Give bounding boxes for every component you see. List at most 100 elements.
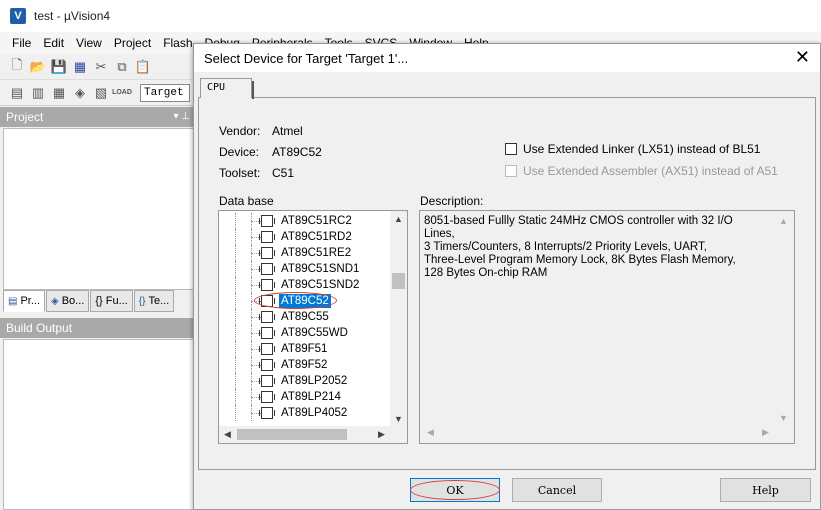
device-list-item[interactable]: AT89F52 bbox=[219, 357, 389, 373]
hscroll-thumb[interactable] bbox=[237, 429, 347, 440]
description-box[interactable]: 8051-based Fullly Static 24MHz CMOS cont… bbox=[419, 210, 795, 444]
device-name: AT89C52 bbox=[279, 294, 331, 308]
device-list-item[interactable]: AT89C51RE2 bbox=[219, 245, 389, 261]
panel-pin-icon[interactable]: ▾ ⊥ bbox=[173, 107, 190, 127]
device-name: AT89C51RC2 bbox=[281, 215, 352, 227]
extended-linker-label: Use Extended Linker (LX51) instead of BL… bbox=[523, 142, 761, 156]
device-name: AT89C51SND1 bbox=[281, 263, 360, 275]
build-output-header: Build Output bbox=[0, 318, 200, 338]
menu-file[interactable]: File bbox=[6, 36, 37, 50]
toolset-value: C51 bbox=[272, 166, 295, 180]
scroll-up-icon[interactable]: ▲ bbox=[390, 211, 407, 228]
device-list-items: AT89C51RC2 AT89C51RD2 AT89C51RE2 AT89C51SND… bbox=[219, 213, 389, 421]
chip-icon bbox=[259, 391, 275, 403]
device-name: AT89C51RD2 bbox=[281, 231, 352, 243]
device-database-list[interactable]: AT89C51RC2 AT89C51RD2 AT89C51RE2 AT89C51SND… bbox=[218, 210, 408, 444]
help-button[interactable]: Help bbox=[720, 478, 811, 502]
device-list-item[interactable]: AT89LP2052 bbox=[219, 373, 389, 389]
tab-templates[interactable]: {} Te... bbox=[133, 290, 175, 312]
device-name: AT89LP214 bbox=[281, 391, 341, 403]
tab-functions[interactable]: {} Fu... bbox=[90, 290, 133, 312]
build-toolbar: ▤ ▥ ▦ ◈ ▧ LOAD Target bbox=[0, 80, 200, 106]
device-list-item[interactable]: AT89C51SND2 bbox=[219, 277, 389, 293]
build-output-title: Build Output bbox=[6, 321, 73, 335]
save-icon[interactable]: 💾 bbox=[50, 58, 68, 76]
device-list-item[interactable]: AT89C51RD2 bbox=[219, 229, 389, 245]
save-all-icon[interactable]: ▦ bbox=[71, 58, 89, 76]
extended-linker-checkbox[interactable]: Use Extended Linker (LX51) instead of BL… bbox=[505, 142, 760, 156]
stop-build-icon[interactable]: ▧ bbox=[92, 84, 110, 102]
device-list-item[interactable]: AT89LP4052 bbox=[219, 405, 389, 421]
copy-icon[interactable]: ⧉ bbox=[113, 58, 131, 76]
close-icon[interactable]: ✕ bbox=[795, 48, 810, 66]
device-name: AT89F52 bbox=[281, 359, 328, 371]
build-output-pane[interactable] bbox=[3, 339, 200, 510]
project-icon: ▤ bbox=[8, 295, 18, 307]
chip-icon bbox=[259, 311, 275, 323]
ok-button[interactable]: OK bbox=[410, 478, 500, 502]
vscroll-thumb[interactable] bbox=[392, 273, 405, 289]
menu-view[interactable]: View bbox=[70, 36, 108, 50]
project-tree[interactable] bbox=[3, 128, 200, 290]
books-icon: ◈ bbox=[51, 295, 59, 307]
cut-icon[interactable]: ✂ bbox=[92, 58, 110, 76]
device-list-item[interactable]: AT89C55 bbox=[219, 309, 389, 325]
desc-scroll-down-icon[interactable]: ▼ bbox=[775, 410, 792, 427]
new-file-icon[interactable]: 🗋 bbox=[8, 57, 26, 76]
desc-scroll-left-icon[interactable]: ◀ bbox=[422, 424, 439, 441]
extended-linker-check[interactable] bbox=[505, 143, 517, 155]
device-list-item[interactable]: AT89C52 bbox=[219, 293, 389, 309]
tab-cpu[interactable]: CPU bbox=[200, 78, 254, 99]
device-name: AT89C55 bbox=[281, 311, 329, 323]
chip-icon bbox=[259, 343, 275, 355]
device-list-item[interactable]: AT89C51SND1 bbox=[219, 261, 389, 277]
chip-icon bbox=[259, 327, 275, 339]
menu-project[interactable]: Project bbox=[108, 36, 157, 50]
device-list-item[interactable]: AT89C55WD bbox=[219, 325, 389, 341]
device-list-item[interactable]: AT89LP214 bbox=[219, 389, 389, 405]
desc-scroll-right-icon[interactable]: ▶ bbox=[757, 424, 774, 441]
menu-edit[interactable]: Edit bbox=[37, 36, 70, 50]
device-list-item[interactable]: AT89F51 bbox=[219, 341, 389, 357]
tab-books[interactable]: ◈ Bo... bbox=[46, 290, 90, 312]
select-device-dialog: Select Device for Target 'Target 1'... ✕… bbox=[193, 43, 821, 510]
device-name: AT89LP2052 bbox=[281, 375, 348, 387]
target-select[interactable]: Target bbox=[140, 83, 190, 102]
build-icon[interactable]: ▥ bbox=[29, 84, 47, 102]
extended-assembler-checkbox: Use Extended Assembler (AX51) instead of… bbox=[505, 164, 778, 178]
chip-icon bbox=[259, 263, 275, 275]
open-folder-icon[interactable]: 📂 bbox=[29, 58, 47, 76]
description-hscrollbar[interactable]: ◀ ▶ bbox=[422, 424, 774, 441]
description-text: 8051-based Fullly Static 24MHz CMOS cont… bbox=[424, 215, 736, 279]
toolset-label: Toolset: bbox=[219, 166, 261, 180]
database-label: Data base bbox=[219, 194, 274, 208]
cancel-button[interactable]: Cancel bbox=[512, 478, 602, 502]
paste-icon[interactable]: 📋 bbox=[134, 58, 152, 76]
translate-icon[interactable]: ▤ bbox=[8, 84, 26, 102]
scroll-left-icon[interactable]: ◀ bbox=[219, 426, 236, 443]
desc-scroll-up-icon[interactable]: ▲ bbox=[775, 213, 792, 230]
tab-templates-label: Te... bbox=[148, 295, 170, 307]
device-list-hscrollbar[interactable]: ◀ ▶ bbox=[219, 426, 407, 443]
project-panel-title: Project bbox=[6, 110, 44, 124]
main-title-bar: V test - µVision4 bbox=[0, 0, 821, 32]
load-icon[interactable]: LOAD bbox=[112, 84, 132, 102]
device-name: AT89F51 bbox=[281, 343, 328, 355]
extended-assembler-label: Use Extended Assembler (AX51) instead of… bbox=[523, 164, 778, 178]
device-list-item[interactable]: AT89C51RC2 bbox=[219, 213, 389, 229]
device-value: AT89C52 bbox=[272, 145, 322, 159]
batch-build-icon[interactable]: ◈ bbox=[71, 84, 89, 102]
project-tabs: ▤ Pr... ◈ Bo... {} Fu... {} Te... bbox=[3, 290, 200, 314]
vendor-label: Vendor: bbox=[219, 124, 261, 138]
tab-project-label: Pr... bbox=[20, 295, 41, 307]
uvision-app-icon: V bbox=[10, 8, 26, 24]
description-vscrollbar[interactable]: ▲ ▼ bbox=[775, 213, 792, 427]
device-name: AT89C55WD bbox=[281, 327, 348, 339]
tab-project[interactable]: ▤ Pr... bbox=[3, 290, 46, 312]
tab-books-label: Bo... bbox=[61, 295, 85, 307]
device-list-vscrollbar[interactable]: ▲ ▼ bbox=[390, 211, 407, 428]
scroll-right-icon[interactable]: ▶ bbox=[373, 426, 390, 443]
chip-icon bbox=[259, 375, 275, 387]
rebuild-icon[interactable]: ▦ bbox=[50, 84, 68, 102]
vendor-value: Atmel bbox=[272, 124, 303, 138]
